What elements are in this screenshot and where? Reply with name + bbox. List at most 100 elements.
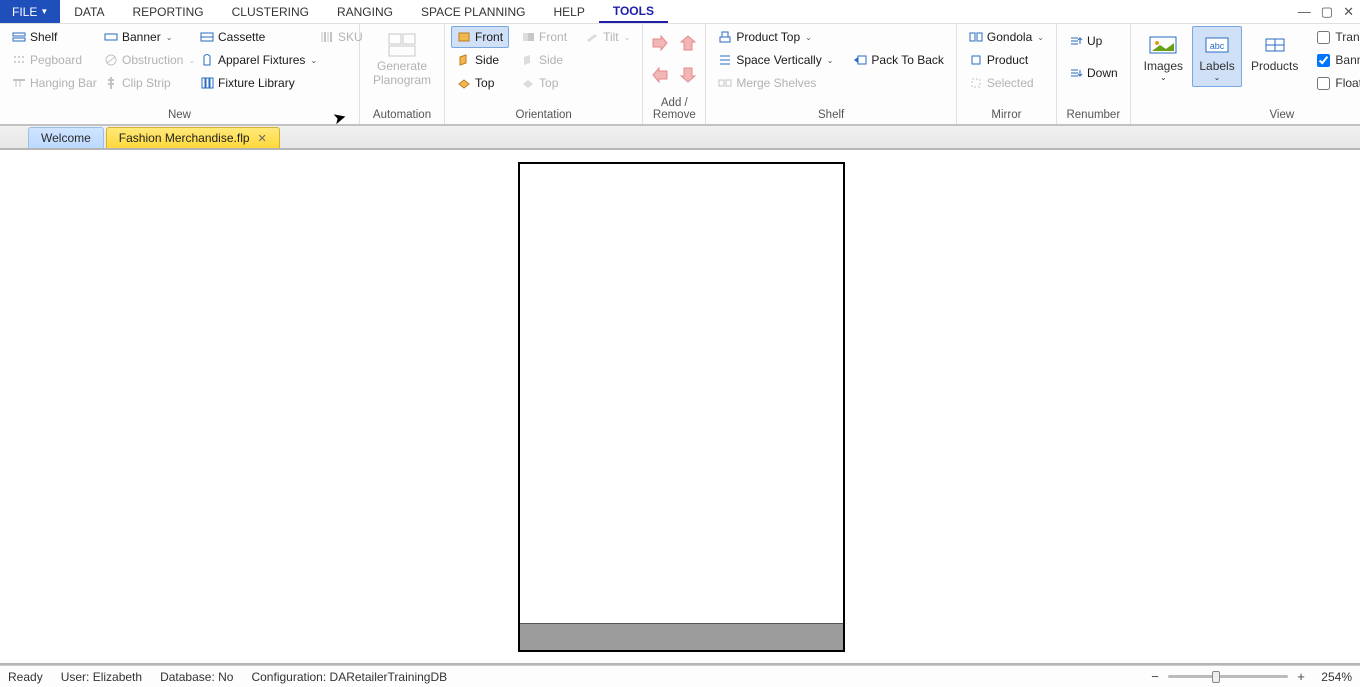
- status-config: Configuration: DARetailerTrainingDB: [251, 670, 447, 684]
- side-icon: [457, 53, 471, 67]
- orient-top2-button[interactable]: Top: [515, 72, 573, 94]
- orient-front-button[interactable]: Front: [451, 26, 509, 48]
- tilt-button[interactable]: Tilt ⌄: [579, 26, 636, 48]
- status-user: User: Elizabeth: [61, 670, 142, 684]
- orient-side-button[interactable]: Side: [451, 49, 509, 71]
- caret-down-icon: ⌄: [310, 56, 317, 65]
- planogram-icon: [386, 31, 418, 59]
- product-top-button[interactable]: Product Top ⌄: [712, 26, 839, 48]
- hanging-bar-button[interactable]: Hanging Bar: [6, 72, 98, 94]
- add-down-button[interactable]: [677, 64, 699, 86]
- merge-shelves-button[interactable]: Merge Shelves: [712, 72, 839, 94]
- close-icon[interactable]: ✕: [1343, 4, 1354, 20]
- group-label-orientation: Orientation: [451, 107, 636, 124]
- menu-help[interactable]: HELP: [539, 0, 598, 23]
- caret-down-icon: ⌄: [1160, 73, 1167, 82]
- pack-back-icon: [853, 53, 867, 67]
- menu-tools[interactable]: TOOLS: [599, 0, 668, 23]
- planogram-frame[interactable]: [518, 162, 845, 652]
- tab-welcome[interactable]: Welcome: [28, 127, 104, 148]
- menu-reporting[interactable]: REPORTING: [119, 0, 218, 23]
- mirror-product-button[interactable]: Product: [963, 49, 1050, 71]
- list-down-icon: [1069, 66, 1083, 80]
- fixture-library-button[interactable]: Fixture Library: [194, 72, 314, 94]
- selected-icon: [969, 76, 983, 90]
- maximize-icon[interactable]: ▢: [1321, 4, 1333, 20]
- cassette-button[interactable]: Cassette: [194, 26, 314, 48]
- sku-button[interactable]: SKU: [314, 26, 360, 48]
- space-vert-icon: [718, 53, 732, 67]
- caret-down-icon: ⌄: [166, 33, 173, 42]
- products-icon: [1259, 31, 1291, 59]
- group-label-renumber: Renumber: [1063, 107, 1124, 124]
- renumber-up-button[interactable]: Up: [1063, 30, 1124, 52]
- mirror-gondola-button[interactable]: Gondola ⌄: [963, 26, 1050, 48]
- orient-top-button[interactable]: Top: [451, 72, 509, 94]
- menu-data[interactable]: DATA: [60, 0, 118, 23]
- front-icon: [457, 30, 471, 44]
- pack-to-back-button[interactable]: Pack To Back: [847, 49, 949, 71]
- clip-strip-button[interactable]: Clip Strip: [98, 72, 194, 94]
- view-labels-button[interactable]: abc Labels ⌄: [1192, 26, 1242, 87]
- group-label-view: View: [1137, 107, 1360, 124]
- menu-ranging[interactable]: RANGING: [323, 0, 407, 23]
- group-label-mirror: Mirror: [963, 107, 1050, 124]
- zoom-slider[interactable]: [1168, 675, 1288, 678]
- group-label-new: New: [6, 107, 353, 124]
- add-up-button[interactable]: [677, 32, 699, 54]
- minimize-icon[interactable]: ―: [1298, 4, 1311, 19]
- side2-icon: [521, 53, 535, 67]
- add-right-button[interactable]: [649, 32, 671, 54]
- shelf-button[interactable]: Shelf: [6, 26, 98, 48]
- obstruction-button[interactable]: Obstruction ⌄: [98, 49, 194, 71]
- pegboard-button[interactable]: Pegboard: [6, 49, 98, 71]
- orient-front2-button[interactable]: Front: [515, 26, 573, 48]
- file-menu-label: FILE: [12, 5, 37, 19]
- library-icon: [200, 76, 214, 90]
- hanging-bar-icon: [12, 76, 26, 90]
- caret-down-icon: ⌄: [624, 33, 631, 42]
- svg-text:abc: abc: [1210, 41, 1225, 51]
- transparent-labels-checkbox[interactable]: Transparent Lab: [1313, 26, 1360, 48]
- generate-planogram-button[interactable]: Generate Planogram: [366, 26, 438, 92]
- space-vertically-button[interactable]: Space Vertically ⌄: [712, 49, 839, 71]
- banner-button[interactable]: Banner ⌄: [98, 26, 194, 48]
- tab-file[interactable]: Fashion Merchandise.flp ✕: [106, 127, 280, 148]
- status-database: Database: No: [160, 670, 233, 684]
- list-up-icon: [1069, 34, 1083, 48]
- caret-down-icon: ⌄: [1214, 73, 1221, 82]
- menu-space-planning[interactable]: SPACE PLANNING: [407, 0, 539, 23]
- canvas[interactable]: [0, 150, 1360, 665]
- clip-strip-icon: [104, 76, 118, 90]
- floating-status-checkbox[interactable]: Floating Status: [1313, 72, 1360, 94]
- orient-side2-button[interactable]: Side: [515, 49, 573, 71]
- mirror-selected-button[interactable]: Selected: [963, 72, 1050, 94]
- product-top-icon: [718, 30, 732, 44]
- apparel-fixtures-button[interactable]: Apparel Fixtures ⌄: [194, 49, 314, 71]
- menu-clustering[interactable]: CLUSTERING: [218, 0, 323, 23]
- shelf-icon: [12, 30, 26, 44]
- planogram-base: [520, 623, 843, 650]
- images-icon: [1147, 31, 1179, 59]
- caret-down-icon: ⌄: [805, 33, 812, 42]
- zoom-value: 254%: [1314, 670, 1352, 684]
- banner-icon: [104, 30, 118, 44]
- file-menu[interactable]: FILE ▼: [0, 0, 60, 23]
- view-images-button[interactable]: Images ⌄: [1137, 26, 1190, 87]
- caret-down-icon: ⌄: [1037, 33, 1044, 42]
- apparel-icon: [200, 53, 214, 67]
- renumber-down-button[interactable]: Down: [1063, 62, 1124, 84]
- gondola-icon: [969, 30, 983, 44]
- zoom-out-button[interactable]: −: [1148, 669, 1162, 684]
- front2-icon: [521, 30, 535, 44]
- add-left-button[interactable]: [649, 64, 671, 86]
- banners-checkbox[interactable]: Banners: [1313, 49, 1360, 71]
- view-products-button[interactable]: Products: [1244, 26, 1305, 78]
- zoom-in-button[interactable]: +: [1294, 669, 1308, 684]
- labels-icon: abc: [1201, 31, 1233, 59]
- caret-down-icon: ▼: [40, 7, 48, 16]
- group-label-shelf: Shelf: [712, 107, 950, 124]
- tab-close-icon[interactable]: ✕: [258, 132, 267, 145]
- group-label-automation: Automation: [366, 107, 438, 124]
- cassette-icon: [200, 30, 214, 44]
